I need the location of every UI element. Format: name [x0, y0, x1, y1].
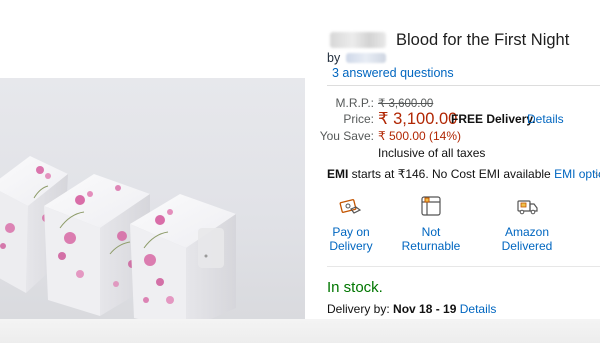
product-title-row: Blood for the First Night [330, 30, 569, 50]
answered-questions-link[interactable]: 3 answered questions [332, 66, 454, 80]
byline-label: by [327, 51, 341, 65]
you-save-label: You Save: [319, 129, 374, 143]
bottom-strip [0, 319, 600, 343]
price-label: Price: [343, 112, 374, 126]
delivery-dates: Nov 18 - 19 [393, 302, 457, 316]
feature-label-line1: Not [421, 225, 441, 239]
feature-label-line1: Amazon [504, 225, 550, 239]
emi-row: EMI starts at ₹146. No Cost EMI availabl… [327, 167, 600, 181]
stock-status: In stock. [327, 279, 383, 296]
feature-label-line2: Delivery [329, 239, 373, 253]
cash-on-delivery-icon [338, 193, 364, 219]
delivery-details-link[interactable]: Details [460, 302, 497, 316]
byline: by [327, 51, 387, 65]
feature-pay-on-delivery[interactable]: Pay on Delivery [314, 193, 388, 253]
delivery-truck-icon [514, 193, 540, 219]
chevron-down-icon[interactable]: ⌵ [594, 168, 600, 179]
feature-amazon-delivered[interactable]: Amazon Delivered [490, 193, 564, 253]
delivery-label: Delivery by: [327, 302, 394, 316]
you-save-value: ₹ 500.00 (14%) [378, 129, 462, 143]
free-delivery-details-link[interactable]: Details [527, 112, 564, 126]
emi-prefix: EMI [327, 167, 349, 181]
not-returnable-icon [418, 193, 444, 219]
product-boxes-illustration [0, 156, 236, 319]
feature-not-returnable[interactable]: Not Returnable [394, 193, 468, 253]
blurred-top-area [0, 0, 310, 78]
product-image[interactable] [0, 78, 305, 319]
feature-label-line1: Pay on [332, 225, 370, 239]
divider [327, 266, 600, 267]
blurred-author[interactable] [346, 53, 387, 63]
emi-text: starts at ₹146. No Cost EMI available [348, 167, 555, 181]
delivery-estimate: Delivery by: Nov 18 - 19 Details [327, 302, 496, 316]
price-value: ₹ 3,100.00 [378, 110, 458, 128]
feature-label-line2: Delivered [501, 239, 553, 253]
divider [327, 85, 600, 86]
free-delivery-text: FREE Delivery. [451, 112, 536, 126]
mrp-label: M.R.P.: [335, 96, 374, 110]
mrp-value: ₹ 3,600.00 [378, 98, 434, 110]
product-title: Blood for the First Night [396, 30, 570, 49]
taxes-note: Inclusive of all taxes [378, 146, 486, 160]
blurred-brand [330, 32, 386, 48]
feature-label-line2: Returnable [401, 239, 461, 253]
